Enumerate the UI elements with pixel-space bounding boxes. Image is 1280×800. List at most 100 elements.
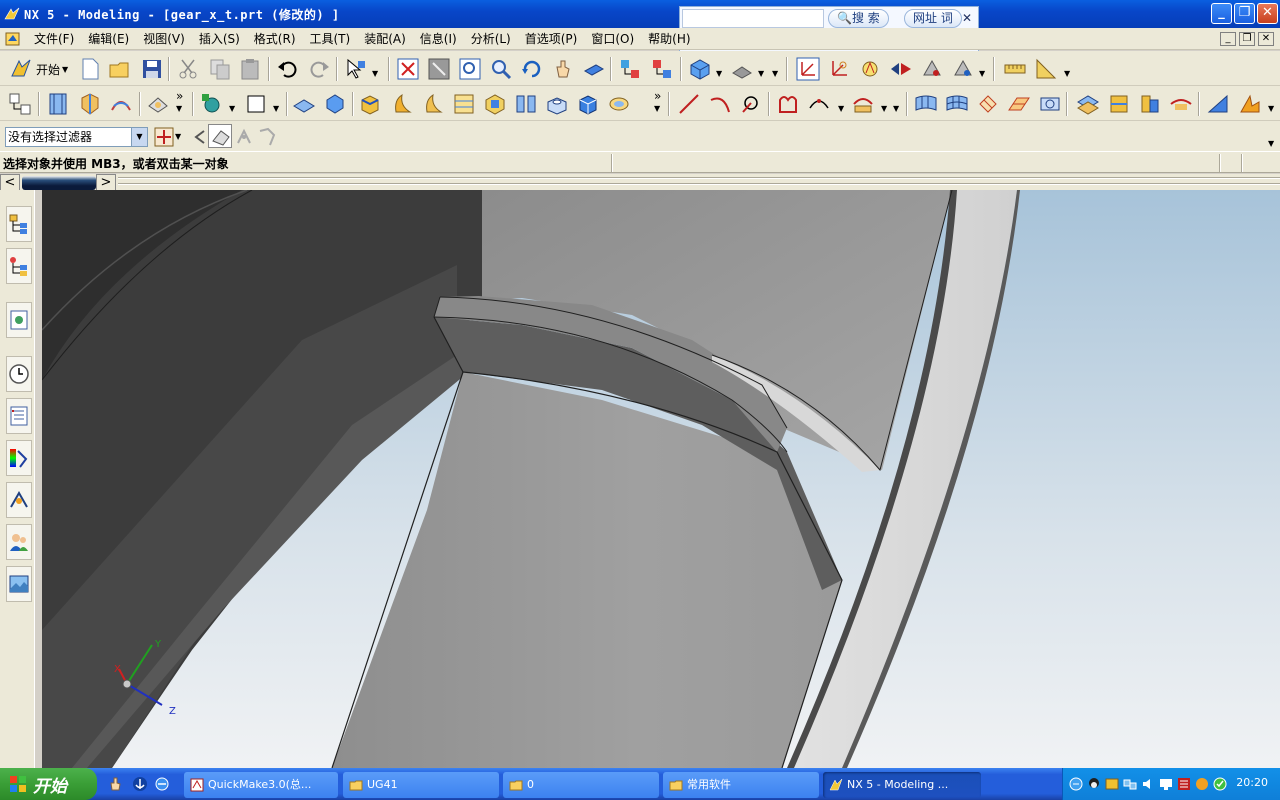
boolean-intersect-icon[interactable]	[514, 92, 538, 116]
wcs-rotate-icon[interactable]	[920, 57, 944, 81]
layer-settings-icon[interactable]	[8, 92, 32, 116]
overflow2-chevron-icon[interactable]: »	[654, 89, 661, 103]
menu-insert[interactable]: 插入(S)	[192, 30, 247, 47]
blend-dropdown-icon[interactable]: ▼	[176, 104, 182, 113]
view-orient-dropdown-icon[interactable]: ▼	[758, 69, 764, 78]
revolve-icon[interactable]	[109, 92, 133, 116]
quicklaunch-anchor-icon[interactable]	[132, 776, 148, 792]
measure-distance-icon[interactable]	[1003, 57, 1027, 81]
quicklaunch-hand-icon[interactable]	[108, 776, 124, 792]
sew-icon[interactable]	[1107, 92, 1131, 116]
task-folder-0[interactable]: 0	[503, 772, 659, 798]
quicklaunch-ie-icon[interactable]	[154, 776, 170, 792]
ruled-surface-icon[interactable]	[1007, 92, 1031, 116]
cylinder-icon[interactable]	[323, 92, 347, 116]
block-icon[interactable]	[292, 92, 316, 116]
general-selection-icon[interactable]	[152, 125, 174, 147]
datum-dropdown-icon[interactable]: ▼	[273, 104, 279, 113]
redo-icon[interactable]	[307, 57, 331, 81]
circle-icon[interactable]	[739, 92, 763, 116]
wcs-save-icon[interactable]	[951, 57, 975, 81]
wcs-dynamic-icon[interactable]	[858, 57, 882, 81]
zoom-icon[interactable]	[489, 57, 513, 81]
tray-network-icon[interactable]	[1123, 777, 1137, 791]
pocket-icon[interactable]	[607, 92, 631, 116]
task-quickmake[interactable]: QuickMake3.0(总...	[184, 772, 338, 798]
menu-help[interactable]: 帮助(H)	[641, 30, 697, 47]
search-button[interactable]: 🔍搜 索	[828, 9, 889, 28]
measure-angle-icon[interactable]	[1034, 57, 1058, 81]
menu-edit[interactable]: 编辑(E)	[81, 30, 136, 47]
open-folder-icon[interactable]	[108, 57, 132, 81]
copy-icon[interactable]	[208, 57, 232, 81]
boolean-unite-icon[interactable]	[452, 92, 476, 116]
doc-restore-button[interactable]: ❐	[1239, 32, 1255, 46]
offset-surface-icon[interactable]	[1076, 92, 1100, 116]
surfaces-dropdown-icon[interactable]: ▼	[1268, 104, 1274, 113]
render-style-dropdown-icon[interactable]: ▼	[716, 69, 722, 78]
view-orient-icon[interactable]	[730, 57, 754, 81]
extension-icon[interactable]	[1169, 92, 1193, 116]
tray-update-icon[interactable]	[1213, 777, 1227, 791]
filter-dropdown-icon[interactable]: ▼	[131, 128, 147, 146]
selection-tool-icon[interactable]	[344, 57, 368, 81]
gear-model-view[interactable]: Y X Z	[42, 190, 1280, 768]
features-dropdown-icon[interactable]: ▼	[654, 104, 660, 113]
point-icon[interactable]	[200, 92, 224, 116]
doc-close-button[interactable]: ✕	[1258, 32, 1274, 46]
wcs-origin-icon[interactable]	[889, 57, 913, 81]
datum-plane-icon[interactable]	[244, 92, 268, 116]
snap-point-icon[interactable]	[232, 125, 252, 147]
process-studio-tab[interactable]	[6, 482, 32, 518]
close-button[interactable]: ✕	[1257, 3, 1278, 24]
point-dropdown-icon[interactable]: ▼	[229, 104, 235, 113]
zoom-window-icon[interactable]	[458, 57, 482, 81]
assembly-navigator-icon[interactable]	[618, 57, 642, 81]
cut-icon[interactable]	[176, 57, 200, 81]
curve-dropdown-icon[interactable]: ▼	[838, 104, 844, 113]
wcs-orient-icon[interactable]	[827, 57, 851, 81]
restore-button[interactable]: ❐	[1234, 3, 1255, 24]
face-blend-icon[interactable]	[1206, 92, 1230, 116]
task-nx5-modeling[interactable]: NX 5 - Modeling ...	[823, 772, 981, 798]
paste-icon[interactable]	[238, 57, 262, 81]
fit-view-icon[interactable]	[396, 57, 420, 81]
task-common-software[interactable]: 常用软件	[663, 772, 819, 798]
search-input[interactable]	[682, 9, 824, 28]
curve-point-icon[interactable]	[807, 92, 831, 116]
hd3d-tools-tab[interactable]	[6, 440, 32, 476]
tray-input-method-icon[interactable]	[1177, 777, 1191, 791]
line-icon[interactable]	[677, 92, 701, 116]
menu-file[interactable]: 文件(F)	[27, 30, 81, 47]
overflow-chevron-icon[interactable]: »	[176, 89, 183, 103]
boolean-subtract-icon[interactable]	[483, 92, 507, 116]
undo-icon[interactable]	[276, 57, 300, 81]
menu-view[interactable]: 视图(V)	[136, 30, 192, 47]
general-selection-dropdown-icon[interactable]: ▼	[175, 132, 181, 141]
menu-tools[interactable]: 工具(T)	[303, 30, 358, 47]
project-curve-icon[interactable]	[851, 92, 875, 116]
menu-window[interactable]: 窗口(O)	[584, 30, 641, 47]
part-navigator-icon[interactable]	[650, 57, 674, 81]
start-button[interactable]: 开始 ▼	[10, 58, 68, 80]
select-back-icon[interactable]	[186, 125, 206, 147]
perspective-icon[interactable]	[582, 57, 606, 81]
edge-blend-icon[interactable]	[146, 92, 170, 116]
wcs-dropdown-icon[interactable]: ▼	[979, 69, 985, 78]
scroll-thumb[interactable]	[22, 176, 96, 190]
more-dropdown-icon[interactable]: ▼	[772, 69, 778, 78]
tray-security-icon[interactable]	[1195, 777, 1209, 791]
menu-preferences[interactable]: 首选项(P)	[518, 30, 585, 47]
assembly-navigator-tab[interactable]	[6, 206, 32, 242]
menu-information[interactable]: 信息(I)	[413, 30, 464, 47]
rotate-icon[interactable]	[520, 57, 544, 81]
curves-more-dropdown-icon[interactable]: ▼	[893, 104, 899, 113]
reuse-library-tab[interactable]	[6, 398, 32, 434]
zoom-area-icon[interactable]	[427, 57, 451, 81]
pan-icon[interactable]	[551, 57, 575, 81]
project-dropdown-icon[interactable]: ▼	[881, 104, 887, 113]
through-curves-icon[interactable]	[914, 92, 938, 116]
tray-app-icon[interactable]	[1105, 777, 1119, 791]
wcs-icon[interactable]	[796, 57, 820, 81]
trim-body-icon[interactable]	[1138, 92, 1162, 116]
